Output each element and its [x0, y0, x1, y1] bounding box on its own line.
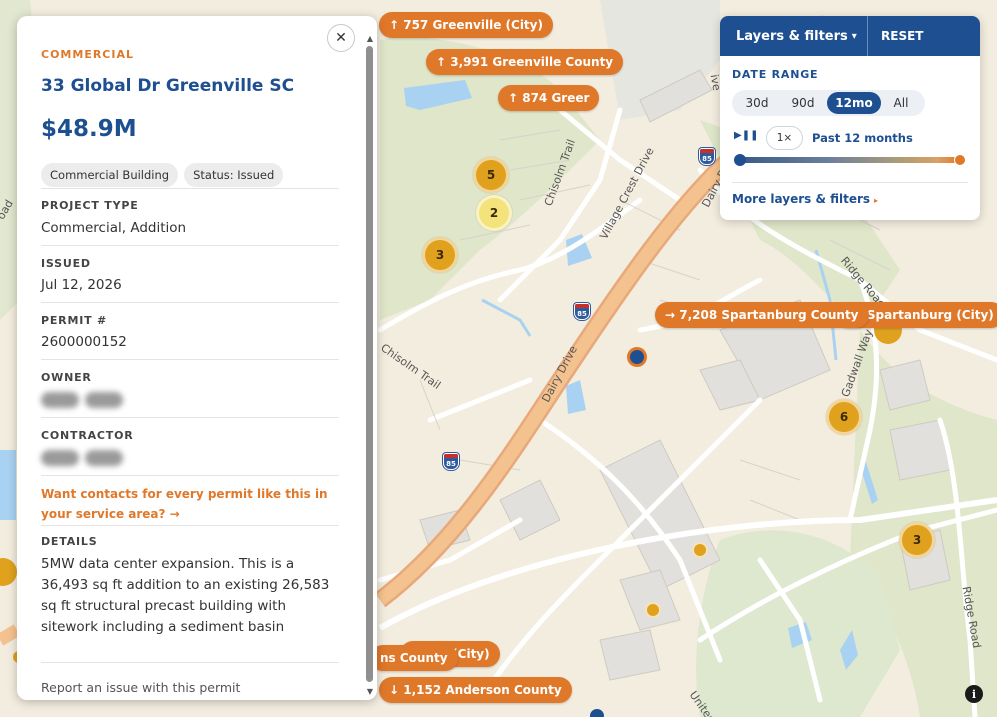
- period-label: Past 12 months: [812, 131, 913, 145]
- permit-cluster[interactable]: 3: [899, 522, 935, 558]
- interstate-shield-icon: 85: [574, 303, 590, 320]
- layers-filters-panel: Layers & filters ▾ RESET DATE RANGE 30d …: [720, 16, 980, 220]
- region-pill-county[interactable]: ns County: [370, 645, 458, 671]
- permit-cluster[interactable]: 5: [473, 157, 509, 193]
- layers-filters-toggle[interactable]: Layers & filters ▾: [720, 16, 868, 56]
- permit-marker[interactable]: [692, 542, 708, 558]
- permit-category: COMMERCIAL: [41, 48, 134, 61]
- project-type-value: Commercial, Addition: [41, 220, 187, 236]
- owner-value-blurred: [41, 392, 125, 408]
- permit-cluster[interactable]: 2: [476, 195, 512, 231]
- permit-cluster[interactable]: 6: [826, 399, 862, 435]
- layers-title: Layers & filters: [736, 28, 848, 44]
- contractor-value-blurred: [41, 450, 125, 466]
- region-pill-anderson-county[interactable]: ↓ 1,152 Anderson County: [379, 677, 572, 703]
- permit-detail-panel: COMMERCIAL 33 Global Dr Greenville SC $4…: [17, 16, 377, 700]
- range-all[interactable]: All: [881, 92, 921, 114]
- issued-value: Jul 12, 2026: [41, 277, 122, 293]
- range-12mo[interactable]: 12mo: [827, 92, 881, 114]
- layers-header: Layers & filters ▾ RESET: [720, 16, 980, 56]
- arrow-right-icon: ▸: [874, 196, 879, 205]
- details-label: DETAILS: [41, 535, 98, 548]
- slider-end-handle[interactable]: [954, 154, 966, 166]
- divider: [41, 359, 339, 360]
- permit-cluster[interactable]: 3: [422, 237, 458, 273]
- slider-start-handle[interactable]: [734, 154, 746, 166]
- interstate-shield-icon: 85: [699, 148, 715, 165]
- reset-button[interactable]: RESET: [868, 16, 923, 56]
- divider: [732, 182, 968, 183]
- interstate-shield-icon: 85: [443, 453, 459, 470]
- contractor-label: CONTRACTOR: [41, 429, 134, 442]
- caret-down-icon: ▾: [851, 30, 857, 42]
- range-30d[interactable]: 30d: [735, 92, 779, 114]
- playback-speed-button[interactable]: 1×: [766, 126, 803, 150]
- play-pause-icon[interactable]: ▶❚❚: [734, 130, 758, 141]
- more-layers-label: More layers & filters: [732, 192, 871, 206]
- date-range-selector: 30d 90d 12mo All: [732, 90, 925, 116]
- permit-number-label: PERMIT #: [41, 314, 108, 327]
- report-issue-link[interactable]: Report an issue with this permit: [41, 680, 240, 695]
- contacts-upsell-link[interactable]: Want contacts for every permit like this…: [41, 484, 341, 524]
- status-chip: Status: Issued: [184, 163, 284, 187]
- region-pill-greenville-city[interactable]: ↑ 757 Greenville (City): [379, 12, 553, 38]
- permit-address: 33 Global Dr Greenville SC: [41, 76, 295, 96]
- info-icon[interactable]: i: [965, 685, 983, 703]
- permit-chips: Commercial Building Status: Issued: [41, 163, 284, 187]
- divider: [41, 475, 339, 476]
- scroll-up-icon[interactable]: ▲: [364, 34, 376, 43]
- range-90d[interactable]: 90d: [779, 92, 827, 114]
- divider: [41, 417, 339, 418]
- permit-marker[interactable]: [645, 602, 661, 618]
- owner-label: OWNER: [41, 371, 92, 384]
- panel-scrollbar[interactable]: [366, 46, 373, 682]
- region-pill-greer[interactable]: ↑ 874 Greer: [498, 85, 600, 111]
- divider: [41, 662, 339, 663]
- close-button[interactable]: ✕: [327, 24, 355, 52]
- divider: [41, 525, 339, 526]
- building-type-chip: Commercial Building: [41, 163, 179, 187]
- permit-details: 5MW data center expansion. This is a 36,…: [41, 556, 330, 635]
- permit-value: $48.9M: [41, 116, 137, 142]
- more-layers-link[interactable]: More layers & filters ▸: [732, 192, 878, 206]
- project-type-label: PROJECT TYPE: [41, 199, 139, 212]
- close-icon: ✕: [335, 30, 347, 46]
- divider: [41, 245, 339, 246]
- divider: [41, 302, 339, 303]
- divider: [41, 188, 339, 189]
- date-range-slider[interactable]: [740, 157, 960, 163]
- permit-number-value: 2600000152: [41, 334, 127, 350]
- issued-label: ISSUED: [41, 257, 91, 270]
- region-pill-spartanburg-county[interactable]: → 7,208 Spartanburg County: [655, 302, 869, 328]
- date-range-label: DATE RANGE: [732, 68, 819, 81]
- scroll-down-icon[interactable]: ▼: [364, 687, 376, 696]
- region-pill-greenville-county[interactable]: ↑ 3,991 Greenville County: [426, 49, 624, 75]
